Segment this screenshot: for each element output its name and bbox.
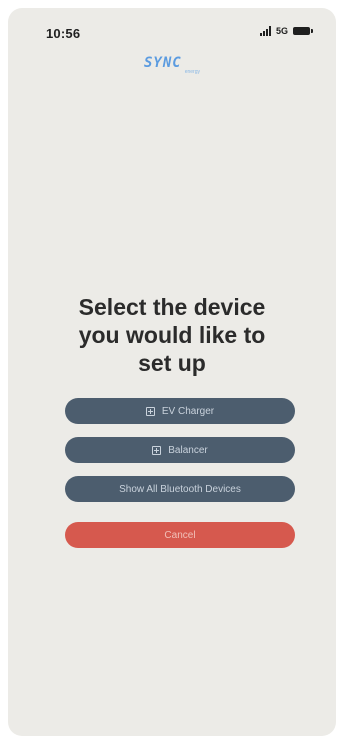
page-title-line-3: set up <box>138 350 206 376</box>
page-title: Select the device you would like to set … <box>8 293 336 377</box>
plus-square-icon <box>152 445 162 455</box>
page-title-line-1: Select the device <box>78 294 266 320</box>
status-bar: 10:56 5G <box>8 8 336 48</box>
ev-charger-label: EV Charger <box>161 405 215 417</box>
sync-energy-logo: SYNC energy <box>144 55 204 83</box>
network-type: 5G <box>275 26 288 36</box>
cellular-signal-icon <box>259 26 271 36</box>
app-screen: 10:56 5G SYNC energy Select the device y… <box>8 8 336 736</box>
cancel-label: Cancel <box>164 529 196 541</box>
show-all-bluetooth-devices-button[interactable]: Show All Bluetooth Devices <box>65 476 295 502</box>
status-indicators: 5G <box>259 26 313 36</box>
balancer-label: Balancer <box>168 444 208 456</box>
cancel-button[interactable]: Cancel <box>65 522 295 548</box>
balancer-button[interactable]: Balancer <box>65 437 295 463</box>
plus-square-icon <box>145 406 155 416</box>
show-all-bluetooth-devices-label: Show All Bluetooth Devices <box>119 483 241 495</box>
status-time: 10:56 <box>46 26 81 41</box>
page-title-line-2: you would like to <box>78 322 266 348</box>
battery-icon <box>293 27 313 35</box>
ev-charger-button[interactable]: EV Charger <box>65 398 295 424</box>
